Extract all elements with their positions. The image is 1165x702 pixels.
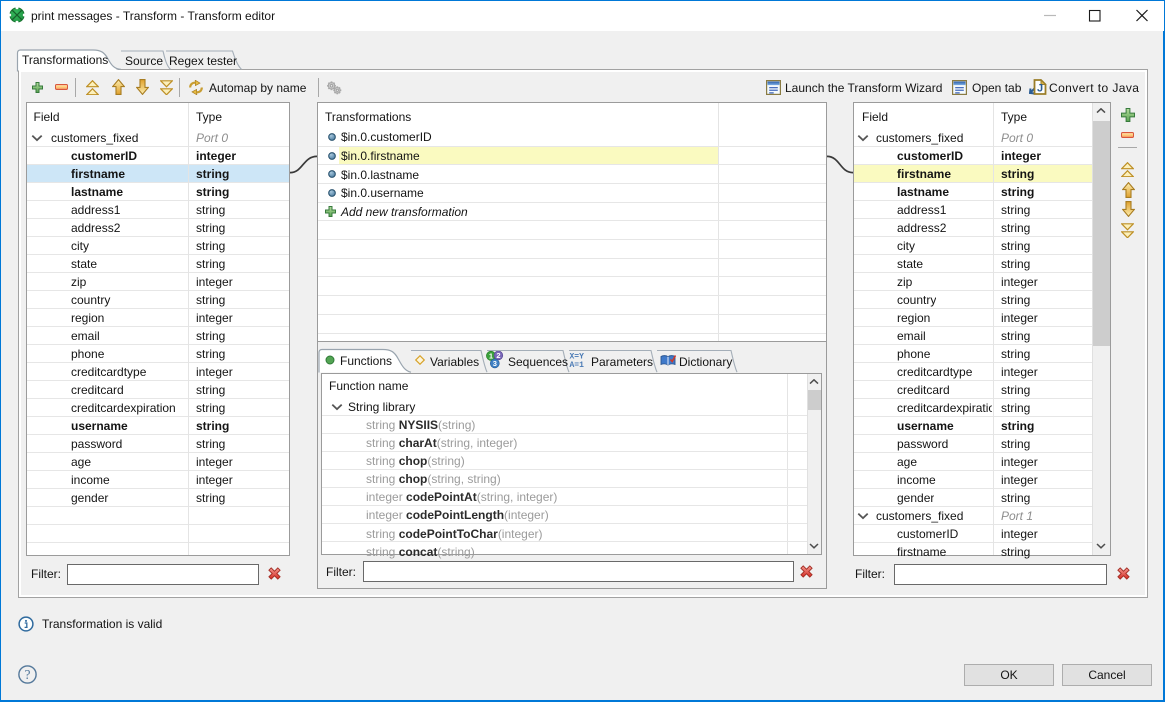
svg-text:A=1: A=1 xyxy=(570,361,585,369)
svg-text:2: 2 xyxy=(496,351,500,360)
svg-text:3: 3 xyxy=(493,359,497,368)
svg-text:?: ? xyxy=(25,667,31,682)
svg-text:J: J xyxy=(1037,83,1043,95)
